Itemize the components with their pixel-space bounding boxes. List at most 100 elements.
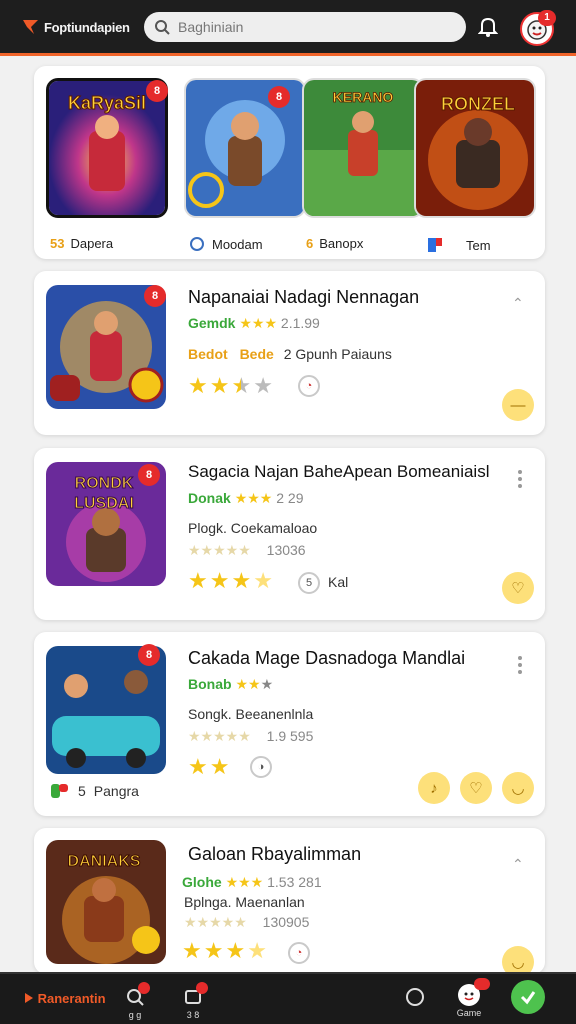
featured-game-1[interactable]: KaRyaSil 8 53 Dapera: [46, 78, 168, 253]
nav-item-chat[interactable]: [404, 986, 426, 1010]
featured-game-3[interactable]: KERANO 6 Banopx: [302, 78, 424, 253]
clock-ring-icon: 5: [298, 572, 320, 594]
game-meta-line-2: Bedot Bede 2 Gpunh Paiauns: [188, 346, 392, 362]
controller-icon: [190, 237, 204, 251]
tag-label-2: Bede: [239, 346, 274, 362]
tag-label: Bedot: [188, 346, 228, 362]
game-thumbnail: DANIAKS: [46, 840, 166, 964]
search-icon: [155, 20, 170, 35]
version-label: 2 29: [276, 490, 304, 506]
brand-flag-icon: [25, 993, 33, 1003]
genre-label: Glohe: [182, 874, 222, 890]
rating-stars: ★ ★ ★ ★: [182, 938, 267, 963]
timer-ring-icon: ◑: [250, 756, 272, 778]
more-options-icon[interactable]: [518, 656, 524, 674]
downloads-label: 1.9 595: [266, 728, 314, 744]
featured-label: 53 Dapera: [50, 236, 113, 251]
featured-game-2[interactable]: 8 Moodam: [184, 78, 306, 253]
platform-tag: 5 Pangra: [50, 782, 139, 800]
label-prefix: 53: [50, 236, 65, 251]
game-meta-line: Bonab ★★★: [188, 676, 274, 692]
label-text: Tem: [466, 237, 491, 253]
nav-item-game[interactable]: Game: [456, 978, 490, 1018]
featured-label: Tem: [426, 236, 491, 254]
game-card[interactable]: DANIAKS Galoan Rbayalimman Glohe ★★★ 1.5…: [34, 828, 545, 978]
game-meta-line-3: ★★★★★ 130905: [184, 914, 310, 930]
game-meta-line-3: ★★★★★ 13036: [188, 542, 306, 558]
game-card[interactable]: 8 Napanaiai Nadagi Nennagan Gemdk ★★★ 2.…: [34, 271, 545, 435]
label-text: Banopx: [319, 236, 364, 251]
game-meta-line: Donak ★★★ 2 29: [188, 490, 304, 506]
svg-text:KaRyaSil: KaRyaSil: [68, 93, 146, 113]
action-circle-button[interactable]: ♡: [502, 572, 534, 604]
ring-label: Kal: [328, 574, 349, 590]
time-ring-icon: ◔: [288, 942, 310, 964]
action-circle-button[interactable]: ♪: [418, 772, 450, 804]
game-meta-line: Glohe ★★★ 1.53 281: [182, 874, 322, 890]
nav-badge: [474, 978, 490, 990]
new-badge: 8: [138, 644, 160, 666]
rating-stars: ★ ★: [188, 754, 230, 779]
more-options-icon[interactable]: [518, 470, 524, 488]
featured-games-panel: KaRyaSil 8 53 Dapera 8 Moodam KERANO 6 B…: [34, 66, 545, 259]
action-circle-button-3[interactable]: ◡: [502, 772, 534, 804]
version-label: 2.1.99: [280, 315, 320, 331]
svg-text:RONZEL: RONZEL: [441, 94, 515, 114]
nav-item-library[interactable]: 3 8: [182, 982, 208, 1020]
top-bar: Foptiundapien Baghiniain 1: [0, 0, 576, 56]
game-meta-line-2: Bplnga. Maenanlan: [184, 894, 305, 910]
label-prefix: 6: [306, 236, 314, 251]
action-circle-button[interactable]: —: [502, 389, 534, 421]
favorite-button[interactable]: ♡: [460, 772, 492, 804]
new-badge: 8: [146, 80, 168, 102]
platform-icon: [51, 784, 68, 798]
new-badge: 8: [138, 464, 160, 486]
svg-text:RONDK: RONDK: [75, 475, 134, 492]
chevron-up-icon[interactable]: ⌃: [512, 856, 524, 873]
new-badge: 8: [268, 86, 290, 108]
rating-stars: ★ ★ ★ ★: [188, 568, 273, 593]
genre-label: Gemdk: [188, 315, 236, 331]
platform-label: Pangra: [93, 783, 139, 799]
genre-label: Donak: [188, 490, 231, 506]
bottom-brand[interactable]: Ranerantin: [24, 991, 106, 1006]
nav-badge: [196, 982, 208, 994]
game-thumbnail: KERANO: [302, 78, 424, 218]
game-title: Cakada Mage Dasnadoga Mandlai: [188, 648, 466, 668]
label-text: Moodam: [212, 236, 263, 252]
genre-label: Bonab: [188, 676, 232, 692]
downloads-label: 130905: [262, 914, 310, 930]
game-title: Sagacia Najan BaheApean Bomeaniaisl: [188, 462, 490, 481]
logo-icon: [23, 20, 38, 34]
bottom-navigation: Ranerantin g g 3 8 Game: [0, 972, 576, 1024]
game-meta-line-2: Plogk. Coekamaloao: [188, 520, 318, 536]
time-ring-icon: ◔: [298, 375, 320, 397]
app-logo[interactable]: Foptiundapien: [22, 18, 130, 36]
nav-item-search[interactable]: g g: [124, 982, 150, 1020]
downloads-label: 13036: [266, 542, 306, 558]
notification-bell-icon[interactable]: [478, 16, 498, 38]
search-bar[interactable]: Baghiniain: [144, 12, 466, 42]
nav-item-label: Game: [456, 1008, 482, 1018]
game-card[interactable]: RONDK LUSDAI 8 Sagacia Najan BaheApean Bo…: [34, 448, 545, 620]
play-icon: [520, 991, 536, 1005]
game-title: Galoan Rbayalimman: [188, 844, 362, 864]
nav-badge: [138, 982, 150, 994]
players-label: 2 Gpunh Paiauns: [283, 346, 392, 362]
featured-label: Moodam: [188, 236, 263, 252]
search-placeholder: Baghiniain: [178, 19, 244, 35]
brand-text: Ranerantin: [37, 991, 106, 1006]
flag-icon: [428, 238, 442, 252]
game-meta-line: Gemdk ★★★ 2.1.99: [188, 315, 320, 331]
chevron-up-icon[interactable]: ⌃: [512, 295, 524, 312]
game-meta-line-2: Songk. Beeanenlnla: [188, 706, 314, 722]
featured-game-4[interactable]: RONZEL Tem: [414, 78, 536, 253]
play-fab-button[interactable]: [511, 980, 545, 1014]
nav-item-label: g g: [128, 1010, 142, 1020]
new-badge: 8: [144, 285, 166, 307]
rating-stars: ★ ★ ★ ★: [188, 373, 273, 398]
game-meta-line-3: ★★★★★ 1.9 595: [188, 728, 314, 744]
svg-text:LUSDAI: LUSDAI: [74, 495, 134, 512]
game-card[interactable]: 8 Cakada Mage Dasnadoga Mandlai Bonab ★★…: [34, 632, 545, 816]
svg-text:DANIAKS: DANIAKS: [68, 853, 141, 870]
